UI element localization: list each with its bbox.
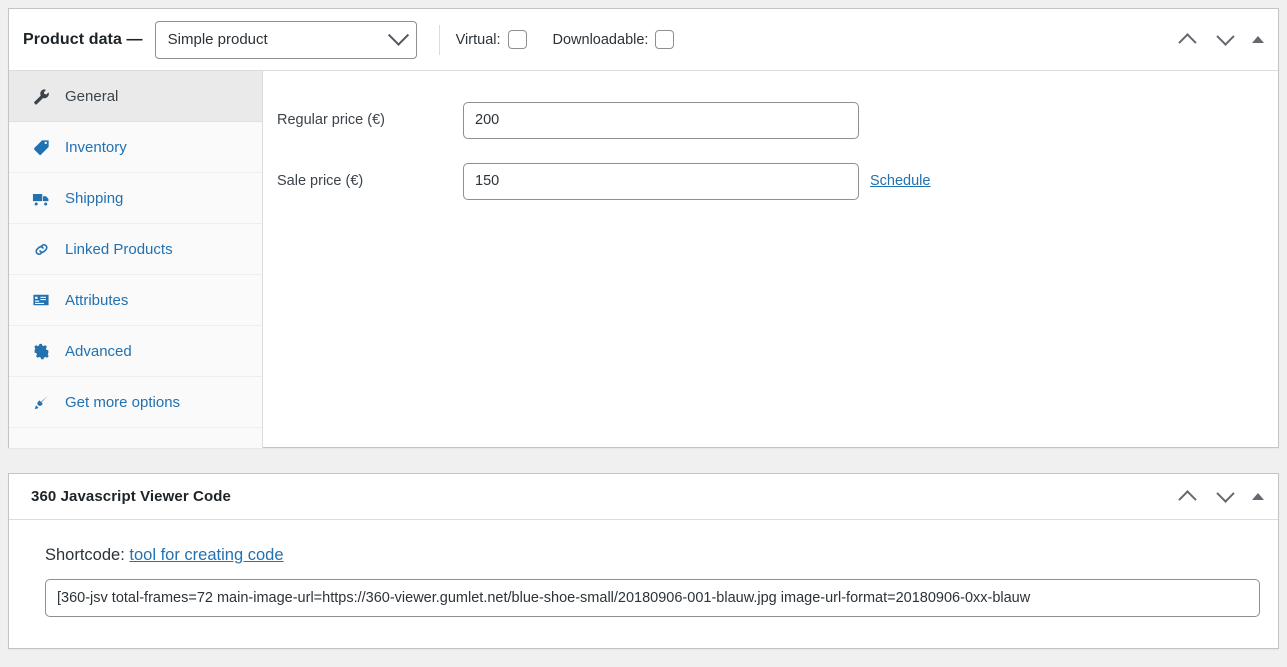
- downloadable-checkbox[interactable]: [655, 30, 675, 49]
- product-edit-page: Product data — Simple product Virtual: D…: [0, 0, 1287, 667]
- plug-icon: [31, 394, 51, 411]
- product-data-tabs: General Inventory Shipping Linked Produc…: [9, 71, 263, 448]
- sidebar-item-label: Shipping: [65, 189, 124, 207]
- sale-price-input[interactable]: [463, 162, 859, 200]
- viewer-code-panel: 360 Javascript Viewer Code Shortcode: to…: [8, 473, 1279, 649]
- sidebar-item-label: Linked Products: [65, 240, 173, 258]
- product-data-header: Product data — Simple product Virtual: D…: [9, 9, 1278, 71]
- toggle-panel-button[interactable]: [1252, 493, 1264, 500]
- tag-icon: [31, 139, 51, 156]
- product-data-panel: Product data — Simple product Virtual: D…: [8, 8, 1279, 448]
- product-type-selected-value: Simple product: [167, 31, 268, 48]
- sidebar-item-label: Attributes: [65, 291, 129, 309]
- panel-order-controls: [1176, 484, 1264, 509]
- virtual-label: Virtual:: [455, 31, 501, 48]
- viewer-code-body: Shortcode: tool for creating code: [9, 520, 1278, 617]
- move-up-button[interactable]: [1176, 29, 1198, 52]
- chevron-down-icon: [387, 24, 409, 46]
- shortcode-label-row: Shortcode: tool for creating code: [45, 546, 1246, 565]
- virtual-checkbox-group[interactable]: Virtual:: [456, 30, 527, 49]
- sidebar-item-inventory[interactable]: Inventory: [9, 122, 262, 173]
- sidebar-item-attributes[interactable]: Attributes: [9, 275, 262, 326]
- truck-icon: [31, 189, 51, 208]
- viewer-code-title: 360 Javascript Viewer Code: [31, 488, 231, 505]
- chevron-up-icon: [1177, 33, 1197, 52]
- panel-order-controls: [1176, 27, 1264, 52]
- product-type-select[interactable]: Simple product: [154, 20, 417, 59]
- attributes-card-icon: [31, 291, 51, 309]
- viewer-code-header: 360 Javascript Viewer Code: [9, 474, 1278, 520]
- sidebar-item-general[interactable]: General: [9, 71, 262, 122]
- toggle-panel-button[interactable]: [1252, 36, 1264, 43]
- sale-price-field-row: Sale price (€) Schedule: [263, 158, 1278, 204]
- wrench-icon: [31, 88, 51, 105]
- page-title: Product data —: [23, 30, 143, 48]
- regular-price-label: Regular price (€): [277, 112, 385, 128]
- regular-price-field-row: Regular price (€): [263, 97, 1278, 143]
- product-data-body: General Inventory Shipping Linked Produc…: [9, 71, 1278, 448]
- sidebar-item-label: General: [65, 87, 119, 105]
- sale-price-label: Sale price (€): [277, 173, 364, 189]
- move-up-button[interactable]: [1176, 486, 1198, 509]
- downloadable-label: Downloadable:: [552, 31, 649, 48]
- shortcode-label: Shortcode:: [45, 546, 125, 564]
- chevron-up-icon: [1177, 490, 1197, 509]
- sidebar-item-label: Inventory: [65, 138, 127, 156]
- header-divider: [438, 24, 440, 55]
- sidebar-item-get-more-options[interactable]: Get more options: [9, 377, 262, 428]
- sidebar-item-advanced[interactable]: Advanced: [9, 326, 262, 377]
- shortcode-input[interactable]: [45, 579, 1260, 617]
- chevron-down-icon: [1215, 484, 1235, 503]
- sidebar-item-label: Get more options: [65, 393, 181, 411]
- sale-schedule-link[interactable]: Schedule: [870, 173, 930, 189]
- general-options-panel: Regular price (€) Sale price (€) Schedul…: [263, 71, 1278, 448]
- move-down-button[interactable]: [1214, 27, 1236, 51]
- link-icon: [31, 241, 51, 258]
- regular-price-input[interactable]: [463, 101, 859, 139]
- virtual-checkbox[interactable]: [507, 30, 527, 49]
- gear-icon: [31, 343, 51, 360]
- move-down-button[interactable]: [1214, 484, 1236, 508]
- sidebar-item-label: Advanced: [65, 342, 132, 360]
- sidebar-item-shipping[interactable]: Shipping: [9, 173, 262, 224]
- chevron-down-icon: [1215, 27, 1235, 46]
- shortcode-tool-link[interactable]: tool for creating code: [129, 546, 283, 564]
- downloadable-checkbox-group[interactable]: Downloadable:: [553, 30, 675, 49]
- sidebar-item-linked-products[interactable]: Linked Products: [9, 224, 262, 275]
